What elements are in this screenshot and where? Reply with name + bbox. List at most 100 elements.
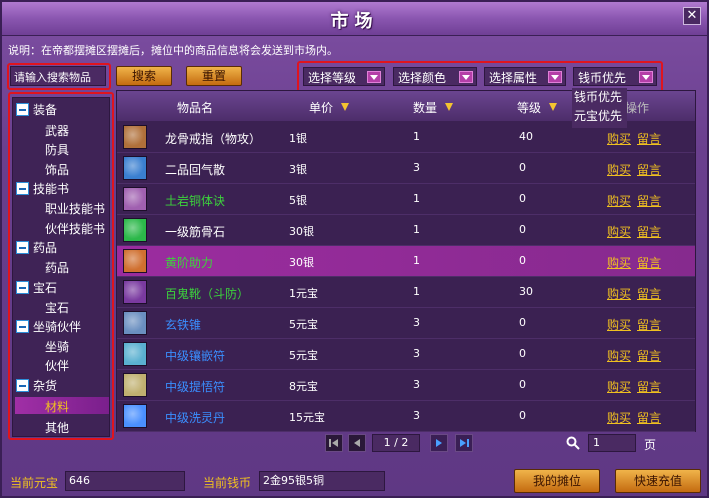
sidebar-item-partner-skillbook[interactable]: 伙伴技能书 [45, 220, 105, 237]
sidebar-item-weapon[interactable]: 武器 [45, 122, 69, 139]
message-link[interactable]: 留言 [637, 223, 661, 240]
item-price: 30银 [289, 225, 314, 238]
category-misc[interactable]: 杂货 [16, 377, 57, 395]
quick-recharge-button[interactable]: 快速充值 [615, 469, 701, 493]
item-icon [123, 125, 147, 149]
collapse-icon[interactable] [16, 320, 29, 333]
table-row[interactable]: 中级镶嵌符 5元宝 3 0 购买 留言 [117, 339, 695, 370]
buy-link[interactable]: 购买 [607, 130, 631, 147]
table-row[interactable]: 二品回气散 3银 3 0 购买 留言 [117, 153, 695, 184]
item-level: 0 [519, 223, 526, 236]
next-page-button[interactable] [430, 434, 448, 452]
buy-link[interactable]: 购买 [607, 285, 631, 302]
item-quantity: 3 [413, 347, 420, 360]
item-level: 30 [519, 285, 533, 298]
buy-link[interactable]: 购买 [607, 347, 631, 364]
item-name: 中级洗灵丹 [165, 411, 226, 425]
sidebar-item-material[interactable]: 材料 [45, 398, 69, 415]
sidebar-item-armor[interactable]: 防具 [45, 141, 69, 158]
item-level: 0 [519, 409, 526, 422]
yuanbao-label: 当前元宝 [10, 476, 59, 490]
level-select-value: 选择等级 [308, 71, 357, 85]
message-link[interactable]: 留言 [637, 316, 661, 333]
search-button[interactable]: 搜索 [116, 66, 172, 86]
collapse-icon[interactable] [16, 103, 29, 116]
category-skillbook[interactable]: 技能书 [16, 180, 69, 198]
chevron-down-icon [639, 71, 653, 83]
dropdown-option[interactable]: 元宝优先 [574, 107, 627, 126]
table-row[interactable]: 百鬼靴（斗防） 1元宝 1 30 购买 留言 [117, 277, 695, 308]
collapse-icon[interactable] [16, 379, 29, 392]
category-medicine[interactable]: 药品 [16, 239, 57, 257]
item-name: 玄铁锥 [165, 318, 202, 332]
header-price[interactable]: 单价 [309, 99, 350, 116]
my-stall-button[interactable]: 我的摊位 [514, 469, 600, 493]
item-price: 1银 [289, 132, 307, 145]
attribute-select[interactable]: 选择属性 [484, 67, 566, 86]
last-page-button[interactable] [455, 434, 473, 452]
header-level[interactable]: 等级 [517, 99, 558, 116]
item-quantity: 1 [413, 223, 420, 236]
item-price: 15元宝 [289, 411, 325, 424]
item-price: 5银 [289, 194, 307, 207]
message-link[interactable]: 留言 [637, 254, 661, 271]
currency-priority-select[interactable]: 钱币优先 [573, 67, 657, 86]
message-link[interactable]: 留言 [637, 347, 661, 364]
sidebar-item-class-skillbook[interactable]: 职业技能书 [45, 200, 105, 217]
goto-page-input[interactable]: 1 [588, 434, 636, 452]
message-link[interactable]: 留言 [637, 409, 661, 426]
item-level: 0 [519, 347, 526, 360]
item-name: 百鬼靴（斗防） [165, 287, 250, 301]
sort-arrow-icon[interactable] [549, 103, 558, 111]
buy-link[interactable]: 购买 [607, 409, 631, 426]
sidebar-item-mount[interactable]: 坐骑 [45, 338, 69, 355]
item-icon [123, 404, 147, 428]
message-link[interactable]: 留言 [637, 130, 661, 147]
table-row[interactable]: 中级提悟符 8元宝 3 0 购买 留言 [117, 370, 695, 401]
collapse-icon[interactable] [16, 281, 29, 294]
sidebar-item-gem[interactable]: 宝石 [45, 299, 69, 316]
search-input[interactable]: 请输入搜索物品 [10, 66, 106, 86]
category-mount-partner[interactable]: 坐骑伙伴 [16, 318, 81, 336]
level-select[interactable]: 选择等级 [303, 67, 385, 86]
message-link[interactable]: 留言 [637, 192, 661, 209]
sidebar-item-other[interactable]: 其他 [45, 419, 69, 436]
header-qty[interactable]: 数量 [413, 99, 454, 116]
first-page-button[interactable] [325, 434, 343, 452]
close-button[interactable]: ✕ [683, 7, 701, 25]
sort-arrow-icon[interactable] [341, 103, 350, 111]
buy-link[interactable]: 购买 [607, 378, 631, 395]
sidebar-item-medicine[interactable]: 药品 [45, 259, 69, 276]
item-level: 0 [519, 192, 526, 205]
category-gem[interactable]: 宝石 [16, 279, 57, 297]
category-equipment[interactable]: 装备 [16, 101, 57, 119]
message-link[interactable]: 留言 [637, 378, 661, 395]
table-row[interactable]: 土岩铜体诀 5银 1 0 购买 留言 [117, 184, 695, 215]
item-price: 1元宝 [289, 287, 318, 300]
reset-button[interactable]: 重置 [186, 66, 242, 86]
currency-priority-dropdown: 钱币优先 元宝优先 [572, 88, 627, 128]
table-row[interactable]: 玄铁锥 5元宝 3 0 购买 留言 [117, 308, 695, 339]
buy-link[interactable]: 购买 [607, 254, 631, 271]
buy-link[interactable]: 购买 [607, 223, 631, 240]
search-icon [565, 435, 581, 454]
message-link[interactable]: 留言 [637, 285, 661, 302]
item-quantity: 3 [413, 378, 420, 391]
sort-arrow-icon[interactable] [445, 103, 454, 111]
prev-page-button[interactable] [348, 434, 366, 452]
sidebar-item-partner[interactable]: 伙伴 [45, 357, 69, 374]
sidebar-item-accessory[interactable]: 饰品 [45, 161, 69, 178]
item-icon [123, 311, 147, 335]
yuanbao-value: 646 [65, 471, 185, 491]
color-select[interactable]: 选择颜色 [393, 67, 477, 86]
dropdown-option[interactable]: 钱币优先 [574, 88, 627, 107]
table-row[interactable]: 一级筋骨石 30银 1 0 购买 留言 [117, 215, 695, 246]
table-row[interactable]: 中级洗灵丹 15元宝 3 0 购买 留言 [117, 401, 695, 432]
collapse-icon[interactable] [16, 241, 29, 254]
buy-link[interactable]: 购买 [607, 316, 631, 333]
table-row[interactable]: 黄阶助力 30银 1 0 购买 留言 [117, 246, 695, 277]
buy-link[interactable]: 购买 [607, 192, 631, 209]
collapse-icon[interactable] [16, 182, 29, 195]
buy-link[interactable]: 购买 [607, 161, 631, 178]
message-link[interactable]: 留言 [637, 161, 661, 178]
